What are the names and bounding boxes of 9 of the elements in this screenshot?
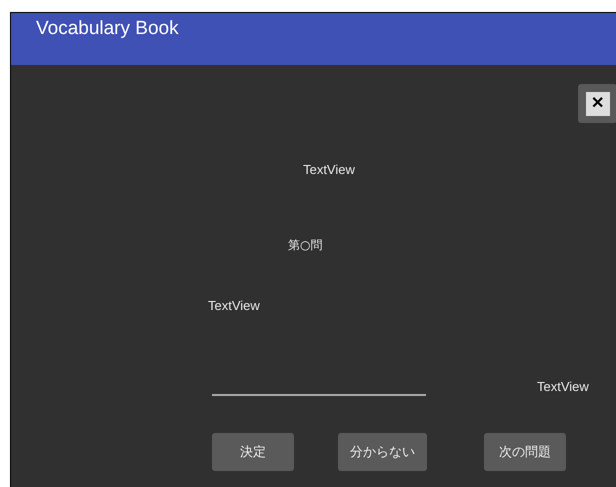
app-title: Vocabulary Book (36, 18, 179, 40)
action-button[interactable]: 次の問題 (484, 433, 566, 471)
close-button[interactable]: ✕ (578, 84, 616, 123)
word-text: TextView (303, 162, 355, 177)
action-button[interactable]: 決定 (212, 433, 294, 471)
question-number: 第○問 (288, 237, 322, 254)
action-button[interactable]: 分からない (338, 433, 427, 471)
result-text: TextView (537, 379, 589, 394)
hint-text: TextView (208, 298, 260, 313)
